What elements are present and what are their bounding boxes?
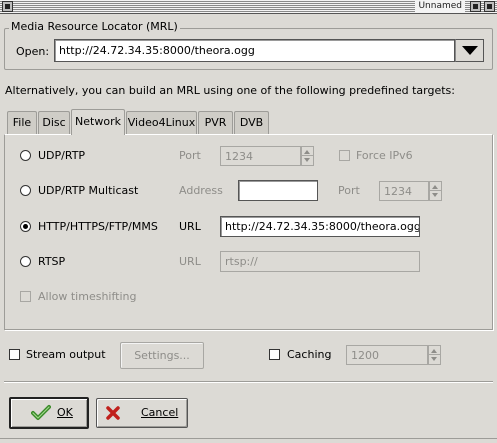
window-menu-icon[interactable] — [2, 1, 13, 12]
ok-button[interactable]: OK — [9, 397, 89, 429]
caching-spinner[interactable] — [428, 345, 441, 365]
multicast-port-label: Port — [338, 184, 360, 197]
http-url-label: URL — [179, 220, 201, 233]
minimize-icon[interactable] — [470, 1, 481, 12]
allow-timeshifting-checkbox[interactable] — [20, 291, 31, 302]
caching-checkbox[interactable] — [269, 349, 280, 360]
window-title: Unnamed — [415, 0, 465, 13]
hint-text: Alternatively, you can build an MRL usin… — [5, 84, 455, 97]
maximize-icon[interactable] — [484, 1, 495, 12]
udp-port-input[interactable]: 1234 — [220, 146, 301, 166]
cancel-button[interactable]: Cancel — [96, 398, 188, 428]
title-bar[interactable]: Unnamed — [0, 0, 497, 14]
stream-output-checkbox[interactable] — [9, 349, 20, 360]
tab-dvb[interactable]: DVB — [234, 111, 269, 134]
window-bottom-edge — [0, 438, 497, 443]
force-ipv6-checkbox[interactable] — [339, 150, 350, 161]
udp-multicast-label: UDP/RTP Multicast — [38, 184, 139, 197]
multicast-port-input[interactable]: 1234 — [379, 181, 429, 201]
rtsp-url-input[interactable]: rtsp:// — [220, 251, 420, 272]
open-label: Open: — [16, 45, 50, 58]
tab-network[interactable]: Network — [71, 109, 125, 135]
mrl-combo-button[interactable] — [455, 39, 484, 62]
radio-rtsp[interactable] — [20, 256, 31, 267]
allow-timeshifting-label: Allow timeshifting — [38, 290, 137, 303]
http-url-input[interactable]: http://24.72.34.35:8000/theora.ogg — [220, 216, 420, 237]
separator — [4, 381, 493, 383]
rtsp-url-label: URL — [179, 255, 201, 268]
chevron-down-icon — [462, 46, 478, 55]
tab-video4linux[interactable]: Video4Linux — [126, 111, 197, 134]
multicast-address-input[interactable] — [238, 180, 318, 201]
caching-input[interactable]: 1200 — [346, 345, 428, 365]
multicast-port-spinner[interactable] — [429, 181, 442, 201]
radio-http[interactable] — [20, 221, 31, 232]
tab-file[interactable]: File — [7, 111, 37, 134]
rtsp-label: RTSP — [38, 255, 66, 268]
check-icon — [31, 405, 51, 420]
radio-udp-multicast[interactable] — [20, 185, 31, 196]
ok-label: OK — [57, 406, 73, 419]
radio-udp-rtp[interactable] — [20, 150, 31, 161]
udp-rtp-label: UDP/RTP — [38, 149, 86, 162]
cancel-label: Cancel — [141, 406, 179, 419]
http-label: HTTP/HTTPS/FTP/MMS — [38, 220, 158, 233]
stream-output-label: Stream output — [26, 348, 106, 361]
stream-settings-button[interactable]: Settings... — [120, 342, 204, 369]
tab-disc[interactable]: Disc — [38, 111, 70, 134]
multicast-address-label: Address — [179, 184, 223, 197]
cross-icon — [106, 406, 120, 420]
caching-label: Caching — [287, 348, 332, 361]
tab-pvr[interactable]: PVR — [198, 111, 233, 134]
mrl-frame-label: Media Resource Locator (MRL) — [9, 20, 180, 34]
mrl-combo-input[interactable]: http://24.72.34.35:8000/theora.ogg — [54, 39, 455, 62]
udp-port-spinner[interactable] — [301, 146, 314, 166]
udp-port-label: Port — [179, 149, 201, 162]
force-ipv6-label: Force IPv6 — [356, 149, 413, 162]
